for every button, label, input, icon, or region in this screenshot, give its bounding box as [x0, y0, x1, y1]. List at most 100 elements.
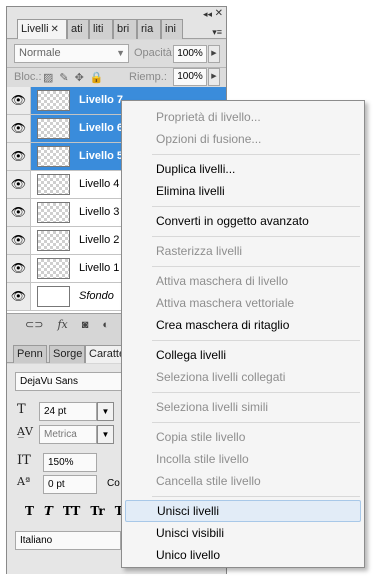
panel-tabbar: Livelli ✕ ati liti bri ria ini ◂◂ ✕ ▾≡ — [7, 7, 226, 39]
menu-item-delete-layers[interactable]: Elimina livelli — [122, 180, 364, 202]
opacity-slider-button[interactable]: ▶ — [208, 45, 220, 63]
fill-input[interactable]: 100% — [173, 68, 207, 86]
layer-name: Livello 6 — [79, 122, 124, 134]
menu-separator — [152, 392, 360, 393]
eye-icon[interactable]: 👁 — [7, 227, 31, 254]
blend-mode-value: Normale — [19, 47, 61, 59]
tab-canali[interactable]: ati — [67, 19, 89, 39]
layer-name: Livello 4 — [79, 178, 120, 190]
chevron-down-icon[interactable]: ▼ — [97, 425, 114, 444]
menu-item-merge-layers[interactable]: Unisci livelli — [125, 500, 361, 522]
menu-separator — [152, 496, 360, 497]
menu-separator — [152, 266, 360, 267]
baseline-shift-icon: Aª — [17, 475, 31, 488]
tab-pennello[interactable]: Penn — [13, 345, 47, 363]
menu-item-enable-layer-mask: Attiva maschera di livello — [156, 274, 289, 288]
layer-name: Livello 5 — [79, 150, 124, 162]
font-size-icon: T — [17, 402, 26, 417]
lock-icons: ▨ ✎ ✥ 🔒 — [43, 71, 104, 84]
lock-row: Bloc.: ▨ ✎ ✥ 🔒 Riemp.: 100% ▶ — [7, 68, 226, 87]
menu-item-enable-vector-mask: Attiva maschera vettoriale — [156, 296, 295, 310]
blend-mode-select[interactable]: Normale ▼ — [14, 44, 129, 63]
lock-pixels-icon[interactable]: ✎ — [59, 71, 68, 84]
lock-all-icon[interactable]: 🔒 — [90, 71, 104, 84]
close-icon[interactable]: ✕ — [215, 8, 223, 19]
layer-thumbnail — [37, 258, 70, 279]
faux-italic-button[interactable]: T — [44, 504, 53, 518]
tab-storia[interactable]: ria — [137, 19, 161, 39]
layer-name: Livello 7 — [79, 94, 124, 106]
tab-pennelli[interactable]: bri — [113, 19, 137, 39]
panel-menu-icon[interactable]: ▾≡ — [212, 27, 222, 38]
layer-name: Livello 1 — [79, 262, 120, 274]
link-icon[interactable]: ⊂⊃ — [25, 318, 43, 331]
fill-slider-button[interactable]: ▶ — [208, 68, 220, 86]
small-caps-button[interactable]: Tr — [90, 504, 104, 518]
faux-bold-button[interactable]: T — [25, 504, 34, 518]
layer-thumbnail — [37, 90, 70, 111]
opacity-input[interactable]: 100% — [173, 45, 207, 63]
menu-separator — [152, 206, 360, 207]
minimize-icon[interactable]: ◂◂ — [203, 9, 212, 20]
eye-icon[interactable]: 👁 — [7, 87, 31, 114]
menu-item-convert-smart-object[interactable]: Converti in oggetto avanzato — [122, 210, 364, 232]
kerning-field[interactable]: Metrica — [39, 425, 97, 444]
font-size-field[interactable]: 24 pt — [39, 402, 97, 421]
menu-item-link-layers[interactable]: Collega livelli — [122, 344, 364, 366]
lock-transparency-icon[interactable]: ▨ — [43, 71, 53, 84]
menu-item-create-clipping-mask[interactable]: Crea maschera di ritaglio — [122, 314, 364, 336]
close-icon[interactable]: ✕ — [51, 24, 59, 35]
menu-item-flatten-image[interactable]: Unico livello — [122, 544, 364, 566]
lock-position-icon[interactable]: ✥ — [75, 71, 84, 84]
font-family-field[interactable]: DejaVu Sans — [15, 372, 127, 391]
layer-name: Sfondo — [79, 290, 114, 302]
menu-separator — [152, 154, 360, 155]
menu-item-blending-options: Opzioni di fusione... — [156, 132, 262, 146]
eye-icon[interactable]: 👁 — [7, 171, 31, 198]
menu-item-merge-visible[interactable]: Unisci visibili — [122, 522, 364, 544]
lock-label: Bloc.: — [14, 71, 42, 83]
layer-thumbnail — [37, 146, 70, 167]
layer-thumbnail — [37, 230, 70, 251]
mask-icon[interactable]: ◙ — [82, 319, 89, 331]
layers-context-menu: Proprietà di livello... Opzioni di fusio… — [121, 100, 365, 568]
tab-campioni[interactable]: ini — [161, 19, 183, 39]
eye-icon[interactable]: 👁 — [7, 199, 31, 226]
eye-icon[interactable]: 👁 — [7, 143, 31, 170]
all-caps-button[interactable]: TT — [63, 504, 80, 518]
eye-icon[interactable]: 👁 — [7, 255, 31, 282]
layer-name: Livello 3 — [79, 206, 120, 218]
chevron-down-icon: ▼ — [116, 48, 125, 58]
eye-icon[interactable]: 👁 — [7, 115, 31, 142]
color-label: Co — [107, 478, 120, 489]
tab-tracciati[interactable]: liti — [89, 19, 113, 39]
layer-thumbnail — [37, 174, 70, 195]
menu-item-clear-layer-style: Cancella stile livello — [156, 474, 261, 488]
type-style-buttons: T T TT Tr T — [25, 504, 124, 518]
baseline-shift-field[interactable]: 0 pt — [43, 475, 97, 494]
chevron-down-icon[interactable]: ▼ — [97, 402, 114, 421]
kerning-icon: A̲V — [17, 425, 33, 438]
menu-item-duplicate-layers[interactable]: Duplica livelli... — [122, 158, 364, 180]
background-thumbnail — [37, 286, 70, 307]
vertical-scale-icon: IT — [17, 453, 31, 468]
menu-item-select-linked-layers: Seleziona livelli collegati — [156, 370, 286, 384]
tab-livelli[interactable]: Livelli ✕ — [17, 19, 67, 39]
vertical-scale-field[interactable]: 150% — [43, 453, 97, 472]
opacity-label: Opacità: — [134, 47, 175, 59]
layer-name: Livello 2 — [79, 234, 120, 246]
tab-livelli-label: Livelli — [21, 23, 49, 35]
tab-sorgente[interactable]: Sorge — [49, 345, 85, 363]
menu-separator — [152, 236, 360, 237]
layer-thumbnail — [37, 202, 70, 223]
menu-item-select-similar-layers: Seleziona livelli simili — [156, 400, 269, 414]
blend-row: Normale ▼ Opacità: 100% ▶ — [7, 40, 226, 68]
menu-separator — [152, 422, 360, 423]
fx-icon[interactable]: fx — [57, 318, 67, 331]
eye-icon[interactable]: 👁 — [7, 283, 31, 310]
menu-separator — [152, 340, 360, 341]
language-field[interactable]: Italiano — [15, 531, 121, 550]
adjustment-icon[interactable]: ◐ — [102, 319, 109, 331]
menu-item-layer-properties: Proprietà di livello... — [156, 110, 261, 124]
menu-item-rasterize-layers: Rasterizza livelli — [156, 244, 243, 258]
